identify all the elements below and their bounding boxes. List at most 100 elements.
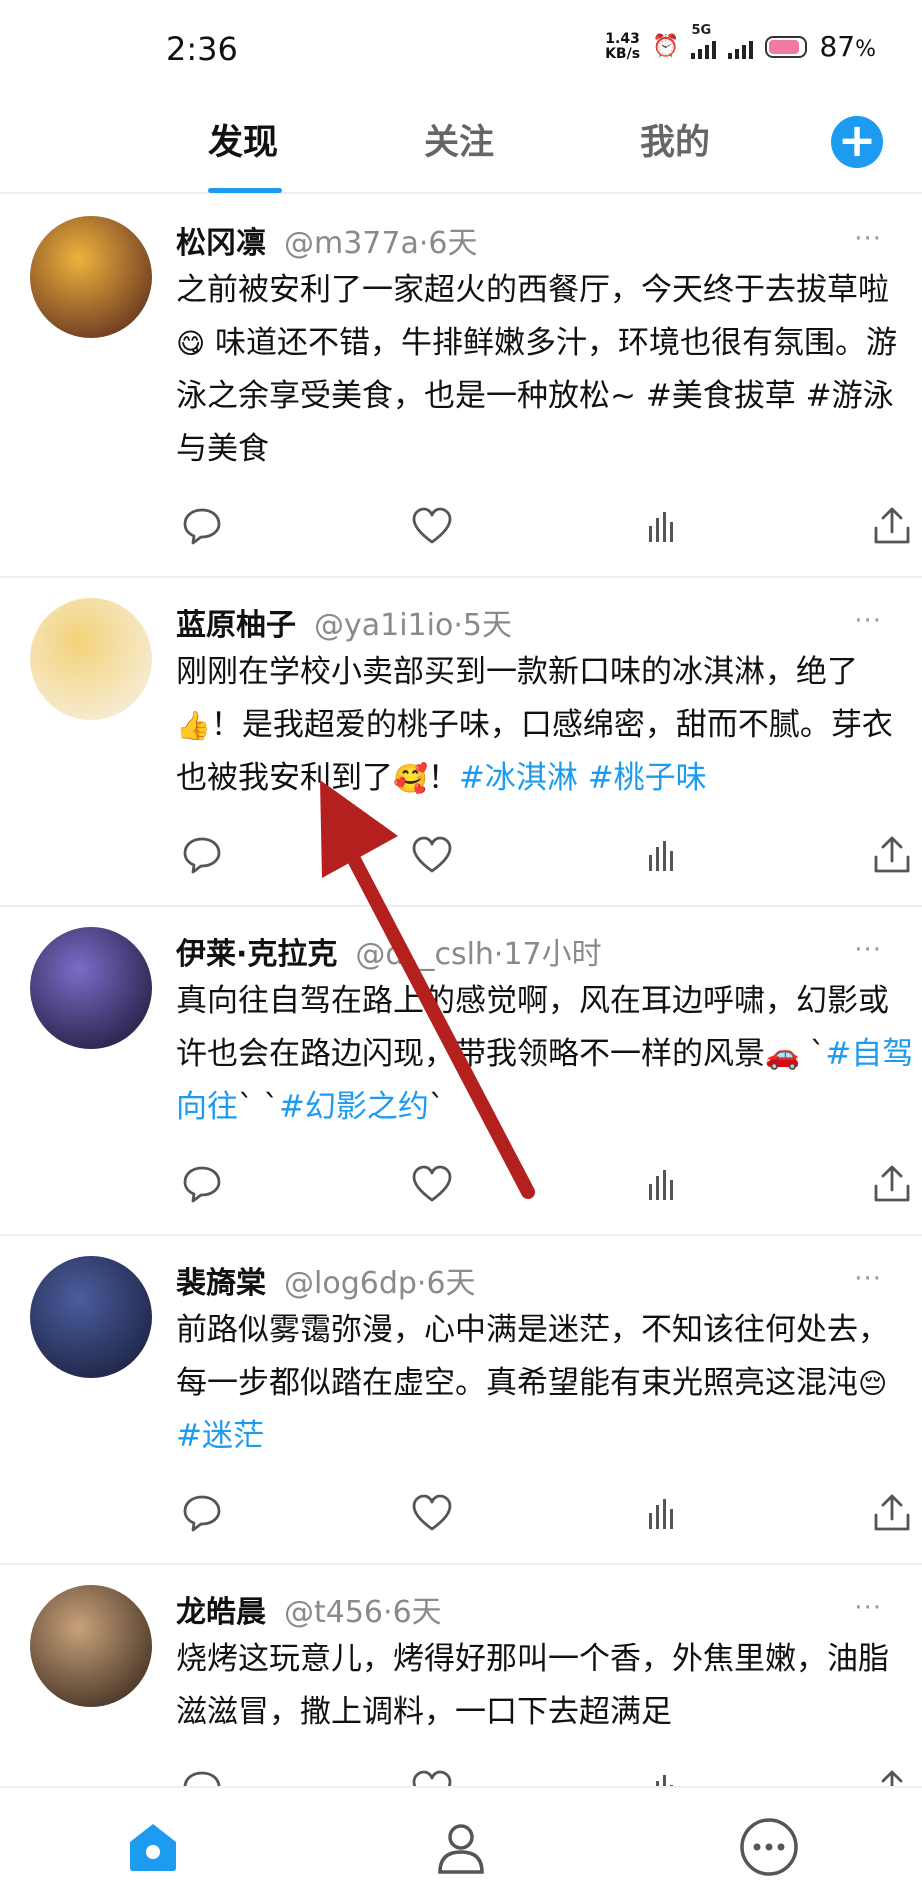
emoji: 😔 [858,1367,888,1400]
nav-more[interactable] [736,1814,802,1880]
like-button[interactable] [410,504,454,548]
post-timestamp: 5天 [462,608,512,643]
emoji: 😋 [176,327,206,360]
share-icon [881,1770,903,1786]
views-button[interactable] [640,1767,684,1786]
network-speed-value: 1.43 [605,30,640,47]
post-header: 蓝原柚子 @ya1i1io · 5天 [176,600,892,643]
post-text: 之前被安利了一家超火的西餐厅，今天终于去拔草啦 😋 味道还不错，牛排鲜嫩多汁，环境… [176,264,916,476]
post-timestamp: 6天 [428,226,478,261]
reply-button[interactable] [180,504,224,548]
avatar[interactable] [30,1585,152,1707]
avatar[interactable] [30,1256,152,1378]
post-separator: · [453,608,463,643]
more-dots-icon[interactable]: ··· [854,224,882,254]
like-button[interactable] [410,1162,454,1206]
share-icon [874,1165,910,1202]
views-button[interactable] [640,1491,684,1535]
more-dots-icon[interactable]: ··· [854,1264,882,1294]
share-button[interactable] [870,1162,914,1206]
avatar[interactable] [30,216,152,338]
avatar[interactable] [30,927,152,1049]
views-button[interactable] [640,1162,684,1206]
emoji: 👍 [176,709,211,742]
heart-icon [412,1770,452,1786]
post-header: 龙皓晨 @t456 · 6天 [176,1587,892,1630]
post-handle: @log6dp [284,1266,417,1301]
post-item[interactable]: ··· 蓝原柚子 @ya1i1io · 5天刚刚在学校小卖部买到一款新口味的冰淇淋，绝了… [0,578,922,907]
post-header: 伊莱·克拉克 @d__cslh · 17小时 [176,929,892,972]
post-author-name[interactable]: 裴旖棠 [176,1258,266,1302]
post-body: 蓝原柚子 @ya1i1io · 5天 刚刚在学校小卖部买到一款新口味的冰淇淋，绝了👍！是… [176,600,910,905]
post-author-name[interactable]: 松冈凛 [176,218,266,262]
more-dots-icon[interactable]: ··· [854,1593,882,1623]
post-item[interactable]: ··· 裴旖棠 @log6dp · 6天 前路似雾霭弥漫，心中满是迷茫，不知该往何处去，每… [0,1236,922,1565]
battery-fill [769,39,800,54]
emoji: 🥰 [393,762,428,795]
hashtag-link[interactable]: #冰淇淋 #桃子味 [459,760,707,796]
add-post-button[interactable]: + [831,116,883,168]
hashtag-link[interactable]: #迷茫 [176,1418,264,1454]
post-item[interactable]: ··· 伊莱·克拉克 @d__cslh · 17小时 真向往自驾在路上的感觉啊，风在耳边呼… [0,907,922,1236]
share-icon [874,836,910,873]
share-button[interactable] [870,1767,914,1786]
post-text-segment: 刚刚在学校小卖部买到一款新口味的冰淇淋，绝了 [176,654,858,690]
post-author-name[interactable]: 蓝原柚子 [176,600,296,644]
post-text-segment: 味道还不错，牛排鲜嫩多汁，环境也很有氛围。游泳之余享受美食，也是一种放松~ #美… [176,325,898,467]
reply-button[interactable] [180,1491,224,1535]
signal-icon-2 [728,35,754,59]
post-item[interactable]: ··· 龙皓晨 @t456 · 6天 烧烤这玩意儿，烤得好那叫一个香，外焦里嫩，油脂滋滋冒… [0,1565,922,1786]
post-separator: · [418,226,429,261]
heart-icon [412,1165,452,1202]
share-button[interactable] [870,833,914,877]
reply-button[interactable] [180,1162,224,1206]
post-author-name[interactable]: 龙皓晨 [176,1587,266,1631]
reply-button[interactable] [180,1767,224,1786]
share-button[interactable] [870,1491,914,1535]
more-dots-icon[interactable]: ··· [854,606,882,636]
bar-chart-icon [649,1170,673,1200]
share-button[interactable] [870,504,914,548]
post-timestamp: 6天 [392,1595,442,1630]
status-bar: 2:36 1.43 KB/s ⏰ 5G 87% [0,0,922,100]
like-button[interactable] [410,1767,454,1786]
active-tab-indicator [208,188,282,193]
more-dots-icon[interactable]: ··· [854,935,882,965]
tab-following[interactable]: 关注 [424,114,494,165]
post-text: 烧烤这玩意儿，烤得好那叫一个香，外焦里嫩，油脂滋滋冒，撒上调料，一口下去超满足 [176,1633,916,1739]
more-circle-icon [740,1818,798,1876]
post-text-segment: ！ [427,760,459,796]
like-button[interactable] [410,833,454,877]
avatar[interactable] [30,598,152,720]
post-handle: @d__cslh [355,937,494,972]
tab-discover[interactable]: 发现 [208,114,278,165]
top-tabs: 发现 关注 我的 + [0,100,922,194]
bar-chart-icon [649,512,673,542]
battery-percent-value: 87 [819,30,856,63]
post-actions [30,805,922,905]
comment-icon [183,837,221,874]
post-item[interactable]: ··· 松冈凛 @m377a · 6天 之前被安利了一家超火的西餐厅，今天终于去拔草啦😋 … [0,196,922,578]
views-button[interactable] [640,833,684,877]
post-timestamp: 17小时 [503,937,602,972]
hashtag-link[interactable]: #幻影之约 [279,1089,429,1125]
emoji: 🚗 [765,1038,800,1071]
nav-home[interactable] [120,1814,186,1880]
bottom-nav [0,1786,922,1904]
post-body: 伊莱·克拉克 @d__cslh · 17小时 真向往自驾在路上的感觉啊，风在耳边呼啸，幻… [176,929,913,1234]
post-body: 龙皓晨 @t456 · 6天 烧烤这玩意儿，烤得好那叫一个香，外焦里嫩，油脂滋滋冒，撒上… [176,1587,903,1786]
status-indicators: 1.43 KB/s ⏰ 5G 87% [605,23,876,64]
post-author-name[interactable]: 伊莱·克拉克 [176,929,337,973]
post-separator: · [383,1595,393,1630]
post-feed[interactable]: ··· 松冈凛 @m377a · 6天 之前被安利了一家超火的西餐厅，今天终于去拔草啦😋 … [0,196,922,1786]
views-button[interactable] [640,504,684,548]
tab-mine[interactable]: 我的 [640,114,710,165]
nav-profile[interactable] [428,1814,494,1880]
post-actions [30,476,922,576]
bar-chart-icon [649,1499,673,1529]
like-button[interactable] [410,1491,454,1535]
post-header: 裴旖棠 @log6dp · 6天 [176,1258,892,1301]
heart-icon [412,836,452,873]
reply-button[interactable] [180,833,224,877]
post-actions [30,1463,922,1563]
